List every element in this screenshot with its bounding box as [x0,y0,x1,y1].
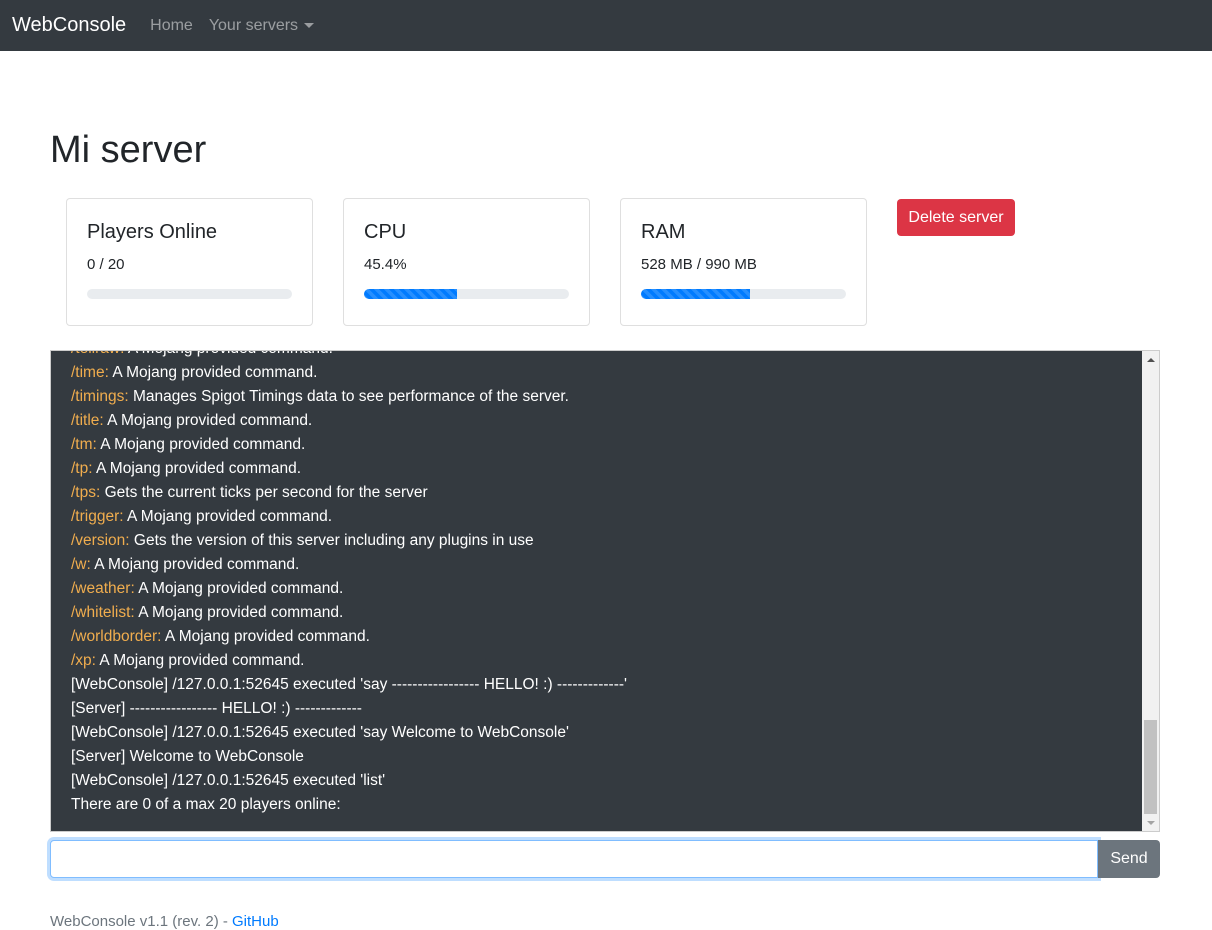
line-text: A Mojang provided command. [108,364,318,381]
console-line: [WebConsole] /127.0.0.1:52645 executed '… [71,673,1139,697]
nav-home-link[interactable]: Home [150,17,193,35]
nav-your-servers-dropdown[interactable]: Your servers [208,16,315,35]
line-text: Gets the current ticks per second for th… [100,484,428,501]
ram-progress-bar [641,289,751,299]
console-line: [WebConsole] /127.0.0.1:52645 executed '… [71,769,1139,793]
players-value: 0 / 20 [87,256,125,273]
line-text: A Mojang provided command. [95,652,305,669]
line-text: A Mojang provided command. [96,436,306,453]
ram-value: 528 MB / 990 MB [641,256,757,273]
command-name: /tm: [71,436,97,453]
footer-version: WebConsole v1.1 (rev. 2) - [50,913,233,930]
command-input-group: Send [50,840,1160,878]
arrow-up-icon [1146,357,1155,362]
command-name: /worldborder: [71,628,162,645]
command-name: /w: [71,556,91,573]
cpu-progress-bar [364,289,458,299]
command-name: /timings: [71,388,129,405]
command-name: /version: [71,532,130,549]
console-line: /w: A Mojang provided command. [71,553,1139,577]
cpu-card-title: CPU [364,221,407,243]
send-button[interactable]: Send [1098,840,1160,878]
caret-down-icon [304,23,315,28]
command-name: /xp: [71,652,96,669]
console-line: /xp: A Mojang provided command. [71,649,1139,673]
players-card-title: Players Online [87,221,218,243]
cpu-card: CPU 45.4% [343,198,590,326]
line-text: A Mojang provided command. [134,580,344,597]
console-line: /tps: Gets the current ticks per second … [71,481,1139,505]
line-text: A Mojang provided command. [103,412,313,429]
console-line: /title: A Mojang provided command. [71,409,1139,433]
line-text: [WebConsole] /127.0.0.1:52645 executed '… [71,676,627,693]
scroll-down-button[interactable] [1142,814,1159,831]
line-text: Manages Spigot Timings data to see perfo… [128,388,569,405]
command-name: /tps: [71,484,101,501]
line-text: A Mojang provided command. [161,628,370,645]
nav-your-servers-label: Your servers [208,16,299,34]
console-output[interactable]: /tellraw: A Mojang provided command./tim… [50,350,1160,832]
line-text: [Server] Welcome to WebConsole [71,748,304,765]
console-line: [Server] ----------------- HELLO! :) ---… [71,697,1139,721]
command-name: /title: [71,412,104,429]
line-text: A Mojang provided command. [134,604,344,621]
line-text: There are 0 of a max 20 players online: [71,796,341,813]
navbar: WebConsole Home Your servers [0,0,1212,51]
command-name: /tp: [71,460,93,477]
footer: WebConsole v1.1 (rev. 2) - GitHub [50,913,279,930]
page-title: Mi server [50,129,207,171]
console-line: /tellraw: A Mojang provided command. [71,351,1139,361]
command-name: /whitelist: [71,604,135,621]
players-progress [87,289,292,299]
cpu-progress [364,289,569,299]
nav-home-label: Home [150,16,193,34]
arrow-down-icon [1146,820,1155,825]
console-line: /whitelist: A Mojang provided command. [71,601,1139,625]
console-line: /time: A Mojang provided command. [71,361,1139,385]
command-input[interactable] [50,840,1098,878]
console-line: /tm: A Mojang provided command. [71,433,1139,457]
scrollbar-thumb[interactable] [1144,720,1157,814]
line-text: A Mojang provided command. [124,351,333,357]
delete-server-button[interactable]: Delete server [897,199,1015,236]
players-card: Players Online 0 / 20 [66,198,313,326]
brand-logo[interactable]: WebConsole [12,14,126,37]
console-line: [WebConsole] /127.0.0.1:52645 executed '… [71,721,1139,745]
line-text: [Server] ----------------- HELLO! :) ---… [71,700,362,717]
ram-card-title: RAM [641,221,686,243]
line-text: A Mojang provided command. [90,556,300,573]
line-text: [WebConsole] /127.0.0.1:52645 executed '… [71,724,569,741]
line-text: A Mojang provided command. [92,460,302,477]
command-name: /time: [71,364,109,381]
console-line: /version: Gets the version of this serve… [71,529,1139,553]
console-line: /tp: A Mojang provided command. [71,457,1139,481]
command-name: /tellraw: [71,351,124,357]
console-line: [Server] Welcome to WebConsole [71,745,1139,769]
console-line: /trigger: A Mojang provided command. [71,505,1139,529]
ram-card: RAM 528 MB / 990 MB [620,198,867,326]
ram-progress [641,289,846,299]
console-scrollbar[interactable] [1142,351,1159,831]
line-text: [WebConsole] /127.0.0.1:52645 executed '… [71,772,386,789]
github-link[interactable]: GitHub [232,913,279,930]
cpu-value: 45.4% [364,256,407,273]
scroll-up-button[interactable] [1142,351,1159,368]
command-name: /weather: [71,580,135,597]
line-text: A Mojang provided command. [123,508,333,525]
command-name: /trigger: [71,508,124,525]
console-line: /timings: Manages Spigot Timings data to… [71,385,1139,409]
console-line: /worldborder: A Mojang provided command. [71,625,1139,649]
console-lines: /tellraw: A Mojang provided command./tim… [71,351,1139,817]
console-line: /weather: A Mojang provided command. [71,577,1139,601]
console-line: There are 0 of a max 20 players online: [71,793,1139,817]
line-text: Gets the version of this server includin… [129,532,534,549]
